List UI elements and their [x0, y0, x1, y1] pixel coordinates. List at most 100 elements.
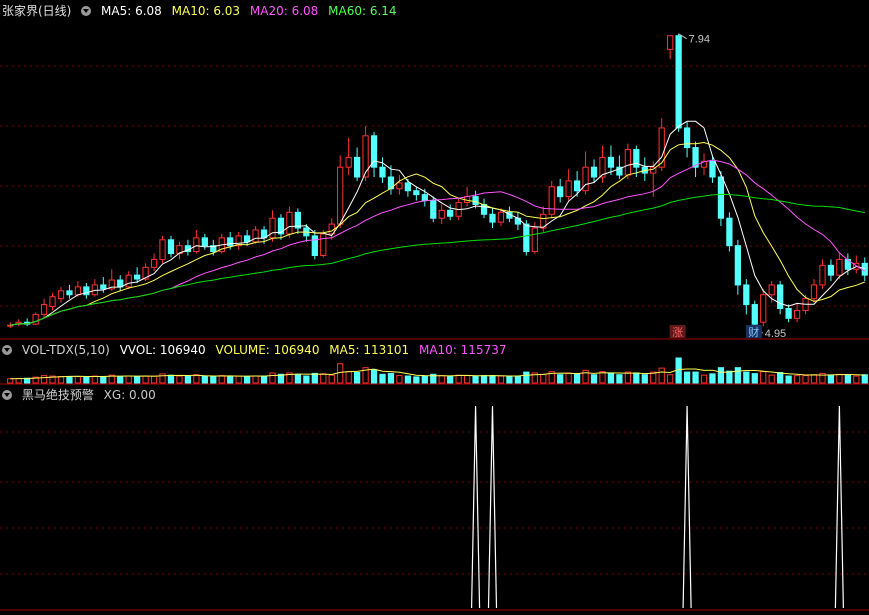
candle-body: [785, 307, 792, 319]
volume-bars: [7, 357, 868, 384]
moving-average-lines: [10, 120, 866, 326]
volume-bar: [91, 375, 98, 384]
volume-bar: [345, 371, 352, 384]
volume-bar: [134, 375, 141, 384]
collapse-icon[interactable]: [81, 6, 92, 16]
candle-body: [362, 135, 369, 178]
candle-body: [413, 190, 420, 196]
candle-body: [49, 296, 56, 308]
candle-body: [607, 156, 615, 168]
volume-bar: [743, 371, 750, 384]
signal-spike: [470, 405, 481, 609]
volume-bar: [700, 374, 708, 384]
volume-bar: [717, 367, 725, 384]
volume-bar: [607, 372, 615, 384]
volume-bar: [836, 373, 843, 384]
volume-bar: [760, 371, 767, 384]
volume-bar: [853, 375, 860, 384]
volume-bar: [15, 377, 22, 384]
candle-body: [709, 160, 716, 178]
volume-bar: [201, 375, 208, 384]
volume-bar: [294, 373, 302, 384]
candle-body: [667, 35, 674, 50]
vol-ma5-label: MA5: 113101: [329, 343, 410, 357]
candle-body: [675, 35, 682, 129]
candle-body: [590, 166, 598, 178]
volume-bar: [540, 373, 547, 384]
signal-panel-header: 黑马绝技预警 XG: 0.00: [2, 387, 162, 403]
volume-bar: [421, 375, 428, 384]
ma60-label: MA60: 6.14: [328, 4, 397, 18]
candle-body: [345, 156, 352, 168]
candle-body: [768, 284, 775, 296]
volume-title: VOL-TDX(5,10): [21, 343, 110, 357]
ma10-line: [10, 141, 865, 326]
volume-bar: [463, 375, 471, 384]
vol-ma10-label: MA10: 115737: [418, 343, 507, 357]
volume-bar: [641, 374, 648, 384]
candle-body: [57, 290, 65, 300]
volume-bar: [480, 375, 488, 384]
candle-body: [836, 258, 843, 276]
candle-body: [430, 200, 437, 219]
high-price-label: 7.94: [689, 34, 710, 46]
volume-bar: [328, 374, 335, 384]
volume-bar: [734, 367, 741, 384]
volume-bar: [379, 373, 386, 384]
volume-bar: [861, 374, 868, 384]
volume-bar: [7, 378, 14, 384]
volume-bar: [100, 375, 107, 384]
candle-body: [244, 235, 251, 243]
candle-body: [734, 245, 741, 286]
candle-body: [573, 180, 581, 192]
candle-body: [565, 180, 572, 198]
volume-bar: [117, 375, 124, 384]
event-marker-cai-text: 财: [748, 325, 759, 339]
volume-bar: [785, 375, 792, 384]
volume-bar: [768, 374, 775, 384]
candle-body: [150, 258, 158, 268]
candle-body: [227, 237, 234, 247]
chart-title: 张家界(日线): [2, 4, 72, 18]
candle-body: [726, 217, 733, 247]
volume-bar: [683, 371, 691, 384]
candle-body: [819, 264, 826, 286]
candle-body: [74, 286, 82, 296]
volume-bar: [311, 372, 318, 384]
volume-bar: [616, 374, 623, 384]
ma5-label: MA5: 6.08: [101, 4, 162, 18]
volume-bar: [303, 375, 310, 384]
volume-bar: [167, 374, 175, 384]
volume-bar: [506, 375, 513, 384]
event-marker-zhang-text: 涨: [672, 326, 683, 339]
volume-bar: [573, 373, 581, 384]
volume-bar: [557, 374, 564, 384]
candle-body: [683, 127, 691, 149]
candle-body: [489, 213, 496, 223]
volume-bar: [438, 375, 445, 384]
collapse-icon[interactable]: [2, 345, 12, 355]
candle-body: [252, 229, 259, 243]
candle-body: [100, 284, 107, 290]
volume-bar: [227, 375, 234, 384]
candle-body: [269, 217, 276, 239]
volume-bar: [269, 372, 276, 384]
volume-bar: [413, 376, 420, 384]
volume-bar: [57, 375, 65, 384]
volume-bar: [193, 374, 200, 384]
volume-bar: [658, 367, 665, 384]
volume-bar: [793, 375, 801, 384]
candle-body: [167, 239, 175, 255]
candle-body: [337, 166, 344, 225]
collapse-icon[interactable]: [2, 390, 12, 400]
candle-body: [514, 217, 522, 225]
volume-bar: [802, 375, 809, 384]
volume-bar: [218, 375, 225, 384]
volume-bar: [150, 375, 158, 384]
xg-label: XG: 0.00: [103, 388, 156, 402]
candle-body: [793, 309, 801, 319]
volume-bar: [142, 375, 149, 384]
volume-bar: [260, 375, 268, 384]
candle-body: [760, 294, 767, 323]
volume-bar: [565, 372, 572, 384]
